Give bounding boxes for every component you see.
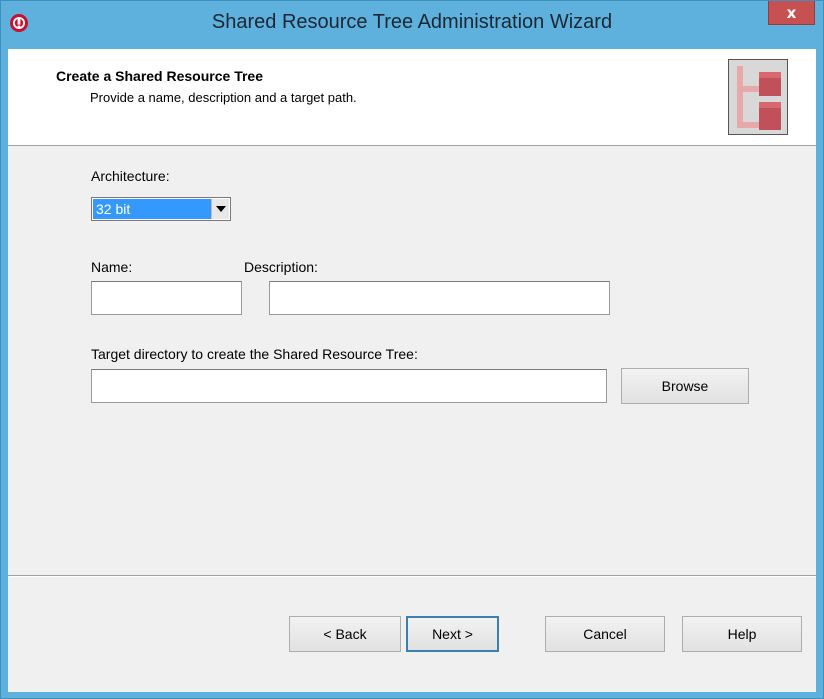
help-button[interactable]: Help [682,616,802,652]
target-directory-input[interactable] [91,369,607,403]
name-input[interactable] [91,281,242,315]
target-directory-label: Target directory to create the Shared Re… [91,346,418,362]
chevron-down-icon[interactable] [211,199,229,219]
page-subtitle: Provide a name, description and a target… [90,90,357,105]
architecture-label: Architecture: [91,168,170,184]
close-button[interactable]: x [768,1,815,25]
architecture-dropdown[interactable]: 32 bit [91,197,231,221]
page-title: Create a Shared Resource Tree [56,68,263,84]
description-label: Description: [244,259,318,275]
title-bar[interactable]: Shared Resource Tree Administration Wiza… [1,1,823,49]
shared-resource-tree-icon [728,59,788,135]
window-title: Shared Resource Tree Administration Wiza… [211,11,613,33]
description-input[interactable] [269,281,610,315]
footer-separator [8,575,816,577]
wizard-client-area: Create a Shared Resource Tree Provide a … [8,49,816,692]
wizard-header: Create a Shared Resource Tree Provide a … [8,49,816,146]
browse-button[interactable]: Browse [621,368,749,404]
architecture-selected-value: 32 bit [93,199,212,219]
next-button[interactable]: Next > [406,616,499,652]
back-button[interactable]: < Back [289,616,401,652]
cancel-button[interactable]: Cancel [545,616,665,652]
wizard-window: Shared Resource Tree Administration Wiza… [0,0,824,699]
close-icon: x [786,3,797,22]
name-label: Name: [91,259,133,275]
